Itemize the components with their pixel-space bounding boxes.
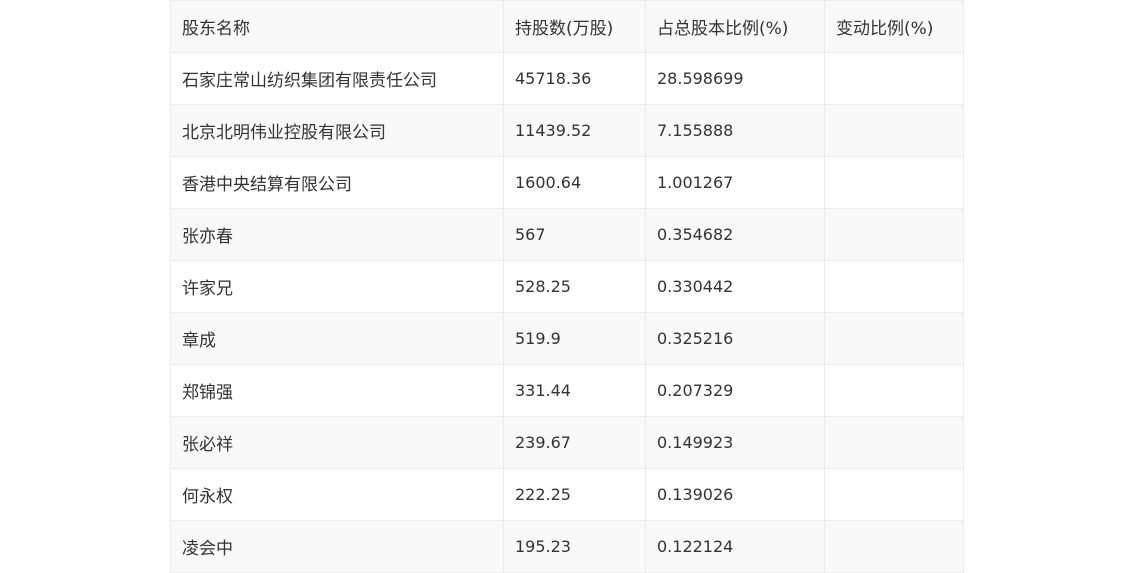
cell-shareholder-name: 何永权 (170, 468, 504, 521)
table-row: 凌会中 195.23 0.122124 (170, 520, 964, 573)
table-row: 郑锦强 331.44 0.207329 (170, 364, 964, 417)
table-row: 章成 519.9 0.325216 (170, 312, 964, 365)
cell-shares: 567 (503, 208, 646, 261)
cell-shares: 528.25 (503, 260, 646, 313)
cell-change (824, 104, 964, 157)
cell-change (824, 364, 964, 417)
cell-change (824, 52, 964, 105)
cell-shareholder-name: 章成 (170, 312, 504, 365)
table-row: 许家兄 528.25 0.330442 (170, 260, 964, 313)
cell-ratio: 28.598699 (645, 52, 825, 105)
table-body: 石家庄常山纺织集团有限责任公司 45718.36 28.598699 北京北明伟… (170, 52, 964, 573)
cell-ratio: 0.122124 (645, 520, 825, 573)
cell-shares: 519.9 (503, 312, 646, 365)
cell-shareholder-name: 北京北明伟业控股有限公司 (170, 104, 504, 157)
cell-ratio: 0.354682 (645, 208, 825, 261)
table-row: 香港中央结算有限公司 1600.64 1.001267 (170, 156, 964, 209)
cell-shareholder-name: 郑锦强 (170, 364, 504, 417)
header-shares: 持股数(万股) (503, 0, 646, 53)
cell-shares: 222.25 (503, 468, 646, 521)
header-row: 股东名称 持股数(万股) 占总股本比例(%) 变动比例(%) (170, 0, 964, 53)
cell-shareholder-name: 香港中央结算有限公司 (170, 156, 504, 209)
cell-ratio: 0.207329 (645, 364, 825, 417)
cell-shares: 1600.64 (503, 156, 646, 209)
table-row: 张亦春 567 0.354682 (170, 208, 964, 261)
header-shareholder-name: 股东名称 (170, 0, 504, 53)
cell-shareholder-name: 张必祥 (170, 416, 504, 469)
cell-shareholder-name: 许家兄 (170, 260, 504, 313)
table-row: 张必祥 239.67 0.149923 (170, 416, 964, 469)
cell-shareholder-name: 石家庄常山纺织集团有限责任公司 (170, 52, 504, 105)
cell-ratio: 0.325216 (645, 312, 825, 365)
cell-change (824, 520, 964, 573)
shareholder-table: 股东名称 持股数(万股) 占总股本比例(%) 变动比例(%) 石家庄常山纺织集团… (170, 0, 964, 573)
cell-ratio: 0.330442 (645, 260, 825, 313)
header-ratio: 占总股本比例(%) (645, 0, 825, 53)
cell-ratio: 7.155888 (645, 104, 825, 157)
cell-shareholder-name: 凌会中 (170, 520, 504, 573)
cell-change (824, 156, 964, 209)
table-row: 何永权 222.25 0.139026 (170, 468, 964, 521)
shareholder-table-container: 股东名称 持股数(万股) 占总股本比例(%) 变动比例(%) 石家庄常山纺织集团… (170, 0, 964, 573)
cell-shares: 331.44 (503, 364, 646, 417)
cell-shares: 11439.52 (503, 104, 646, 157)
table-row: 石家庄常山纺织集团有限责任公司 45718.36 28.598699 (170, 52, 964, 105)
cell-change (824, 468, 964, 521)
cell-ratio: 0.149923 (645, 416, 825, 469)
cell-change (824, 208, 964, 261)
cell-change (824, 416, 964, 469)
cell-shareholder-name: 张亦春 (170, 208, 504, 261)
cell-shares: 45718.36 (503, 52, 646, 105)
cell-change (824, 260, 964, 313)
cell-shares: 239.67 (503, 416, 646, 469)
header-change: 变动比例(%) (824, 0, 964, 53)
cell-shares: 195.23 (503, 520, 646, 573)
table-row: 北京北明伟业控股有限公司 11439.52 7.155888 (170, 104, 964, 157)
table-header: 股东名称 持股数(万股) 占总股本比例(%) 变动比例(%) (170, 0, 964, 53)
cell-change (824, 312, 964, 365)
cell-ratio: 0.139026 (645, 468, 825, 521)
cell-ratio: 1.001267 (645, 156, 825, 209)
